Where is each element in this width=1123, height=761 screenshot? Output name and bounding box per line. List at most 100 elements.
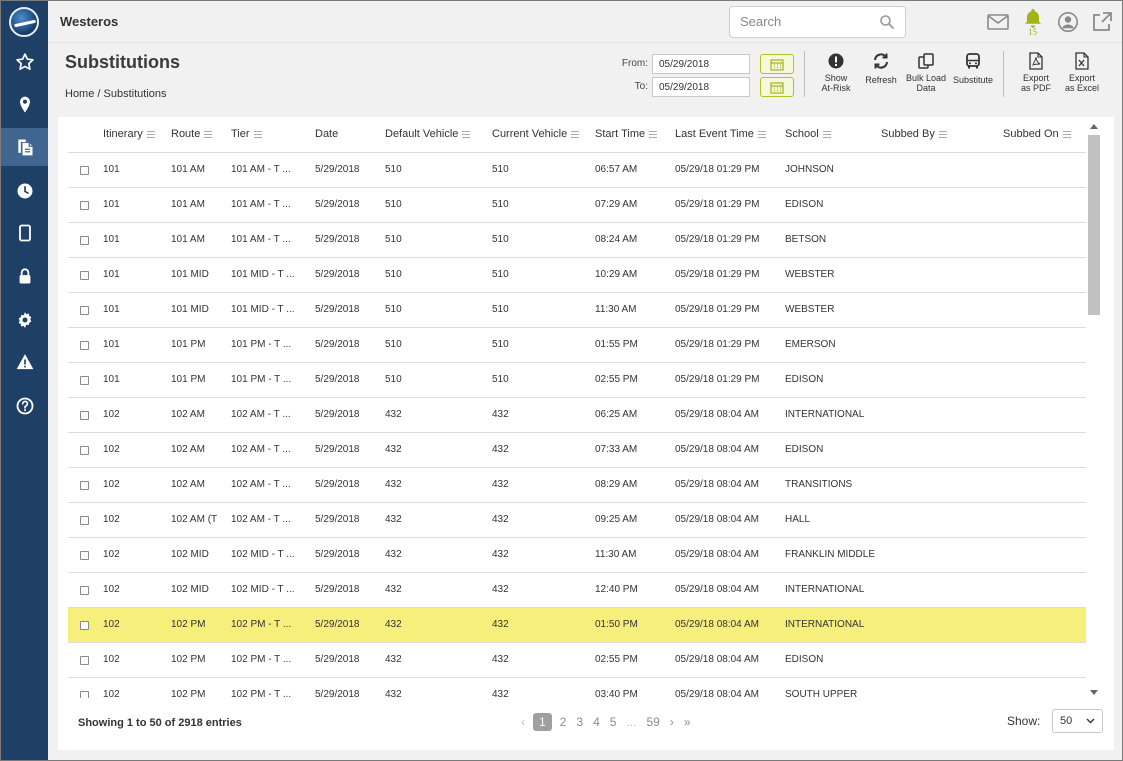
cell-school: EMERSON bbox=[785, 339, 836, 350]
page-size-select[interactable]: 50 bbox=[1052, 709, 1103, 733]
column-menu-icon bbox=[1062, 130, 1071, 138]
table-row[interactable]: 102 102 AM 102 AM - T ... 5/29/2018 432 432 07… bbox=[68, 433, 1086, 468]
pagination-page[interactable]: 59 bbox=[646, 715, 659, 729]
cell-start-time: 01:50 PM bbox=[595, 619, 638, 630]
column-header-itinerary[interactable]: Itinerary bbox=[103, 128, 155, 140]
to-calendar-button[interactable] bbox=[760, 77, 794, 97]
user-icon[interactable] bbox=[1056, 10, 1080, 34]
column-header-subbed-by[interactable]: Subbed By bbox=[881, 128, 947, 140]
pagination-page[interactable]: 3 bbox=[576, 715, 583, 729]
substitutions-icon[interactable] bbox=[1, 128, 48, 166]
table-row[interactable]: 101 101 MID 101 MID - T ... 5/29/2018 510 510… bbox=[68, 258, 1086, 293]
table-row[interactable]: 102 102 AM 102 AM - T ... 5/29/2018 432 432 06… bbox=[68, 398, 1086, 433]
cell-last-event-time: 05/29/18 08:04 AM bbox=[675, 619, 759, 630]
column-menu-icon bbox=[462, 130, 471, 138]
cell-school: FRANKLIN MIDDLE bbox=[785, 549, 876, 560]
mail-icon[interactable] bbox=[986, 10, 1010, 34]
column-menu-icon bbox=[822, 130, 831, 138]
from-date-input[interactable] bbox=[652, 54, 750, 74]
row-checkbox[interactable] bbox=[80, 236, 89, 245]
clock-icon[interactable] bbox=[1, 172, 48, 210]
cell-default-vehicle: 432 bbox=[385, 584, 402, 595]
lock-icon[interactable] bbox=[1, 257, 48, 295]
column-header-default-vehicle[interactable]: Default Vehicle bbox=[385, 128, 471, 140]
search-icon[interactable] bbox=[879, 14, 895, 33]
table-row[interactable]: 102 102 PM 102 PM - T ... 5/29/2018 432 432 03… bbox=[68, 678, 1086, 698]
breadcrumb[interactable]: Home / Substitutions bbox=[65, 88, 167, 100]
warning-icon[interactable] bbox=[1, 343, 48, 381]
cell-itinerary: 101 bbox=[103, 164, 120, 175]
cell-route: 101 MID bbox=[171, 269, 209, 280]
column-header-current-vehicle[interactable]: Current Vehicle bbox=[492, 128, 580, 140]
help-icon[interactable] bbox=[1, 387, 48, 425]
column-header-tier[interactable]: Tier bbox=[231, 128, 262, 140]
table-row[interactable]: 102 102 MID 102 MID - T ... 5/29/2018 432 432… bbox=[68, 538, 1086, 573]
cell-last-event-time: 05/29/18 01:29 PM bbox=[675, 164, 760, 175]
table-row[interactable]: 102 102 MID 102 MID - T ... 5/29/2018 432 432… bbox=[68, 573, 1086, 608]
column-header-school[interactable]: School bbox=[785, 128, 831, 140]
row-checkbox[interactable] bbox=[80, 201, 89, 210]
pagination-page[interactable]: 4 bbox=[593, 715, 600, 729]
pagination-page[interactable]: 2 bbox=[560, 715, 567, 729]
table-body: 101 101 AM 101 AM - T ... 5/29/2018 510 510 06… bbox=[68, 153, 1086, 698]
pagination-next-icon[interactable]: › bbox=[670, 715, 674, 729]
table-row[interactable]: 101 101 PM 101 PM - T ... 5/29/2018 510 510 01… bbox=[68, 328, 1086, 363]
row-checkbox[interactable] bbox=[80, 411, 89, 420]
row-checkbox[interactable] bbox=[80, 621, 89, 630]
row-checkbox[interactable] bbox=[80, 516, 89, 525]
table-row[interactable]: 101 101 PM 101 PM - T ... 5/29/2018 510 510 02… bbox=[68, 363, 1086, 398]
star-icon[interactable] bbox=[1, 43, 48, 81]
column-menu-icon bbox=[938, 130, 947, 138]
pagination-ellipsis: ... bbox=[626, 715, 637, 729]
show-at-risk-button[interactable]: Show At-Risk bbox=[816, 51, 856, 93]
cell-current-vehicle: 510 bbox=[492, 339, 509, 350]
app-logo[interactable] bbox=[9, 7, 39, 37]
row-checkbox[interactable] bbox=[80, 446, 89, 455]
table-row[interactable]: 101 101 MID 101 MID - T ... 5/29/2018 510 510… bbox=[68, 293, 1086, 328]
table-scrollbar[interactable] bbox=[1087, 121, 1101, 698]
gear-icon[interactable] bbox=[1, 301, 48, 339]
column-header-date[interactable]: Date bbox=[315, 128, 338, 140]
row-checkbox[interactable] bbox=[80, 551, 89, 560]
search-box[interactable] bbox=[729, 6, 906, 38]
pagination-prev-icon[interactable]: ‹ bbox=[521, 715, 525, 729]
map-pin-icon[interactable] bbox=[1, 86, 48, 124]
table-row[interactable]: 101 101 AM 101 AM - T ... 5/29/2018 510 510 08… bbox=[68, 223, 1086, 258]
row-checkbox[interactable] bbox=[80, 166, 89, 175]
pagination-last-icon[interactable]: » bbox=[684, 715, 691, 729]
search-input[interactable] bbox=[740, 14, 870, 29]
table-row[interactable]: 101 101 AM 101 AM - T ... 5/29/2018 510 510 06… bbox=[68, 153, 1086, 188]
row-checkbox[interactable] bbox=[80, 481, 89, 490]
row-checkbox[interactable] bbox=[80, 376, 89, 385]
cell-date: 5/29/2018 bbox=[315, 654, 360, 665]
to-date-input[interactable] bbox=[652, 77, 750, 97]
external-link-icon[interactable] bbox=[1090, 10, 1114, 34]
row-checkbox[interactable] bbox=[80, 656, 89, 665]
refresh-button[interactable]: Refresh bbox=[861, 51, 901, 85]
table-row[interactable]: 102 102 PM 102 PM - T ... 5/29/2018 432 432 01… bbox=[68, 608, 1086, 643]
table-row[interactable]: 101 101 AM 101 AM - T ... 5/29/2018 510 510 07… bbox=[68, 188, 1086, 223]
from-calendar-button[interactable] bbox=[760, 54, 794, 74]
substitute-button[interactable]: Substitute bbox=[951, 51, 995, 85]
export-pdf-button[interactable]: Export as PDF bbox=[1016, 51, 1056, 93]
row-checkbox[interactable] bbox=[80, 271, 89, 280]
export-excel-button[interactable]: Export as Excel bbox=[1060, 51, 1104, 93]
cell-school: HALL bbox=[785, 514, 811, 525]
pagination-page[interactable]: 5 bbox=[610, 715, 617, 729]
row-checkbox[interactable] bbox=[80, 691, 89, 698]
row-checkbox[interactable] bbox=[80, 586, 89, 595]
tablet-icon[interactable] bbox=[1, 214, 48, 252]
row-checkbox[interactable] bbox=[80, 306, 89, 315]
table-row[interactable]: 102 102 AM (T 102 AM - T ... 5/29/2018 432 43… bbox=[68, 503, 1086, 538]
cell-itinerary: 101 bbox=[103, 199, 120, 210]
cell-school: SOUTH UPPER bbox=[785, 689, 858, 698]
row-checkbox[interactable] bbox=[80, 341, 89, 350]
table-row[interactable]: 102 102 PM 102 PM - T ... 5/29/2018 432 432 02… bbox=[68, 643, 1086, 678]
pagination-page[interactable]: 1 bbox=[533, 713, 552, 731]
column-header-start-time[interactable]: Start Time bbox=[595, 128, 658, 140]
column-header-last-event-time[interactable]: Last Event Time bbox=[675, 128, 766, 140]
column-header-route[interactable]: Route bbox=[171, 128, 213, 140]
table-row[interactable]: 102 102 AM 102 AM - T ... 5/29/2018 432 432 08… bbox=[68, 468, 1086, 503]
column-header-subbed-on[interactable]: Subbed On bbox=[1003, 128, 1071, 140]
bulk-load-data-button[interactable]: Bulk Load Data bbox=[904, 51, 948, 93]
